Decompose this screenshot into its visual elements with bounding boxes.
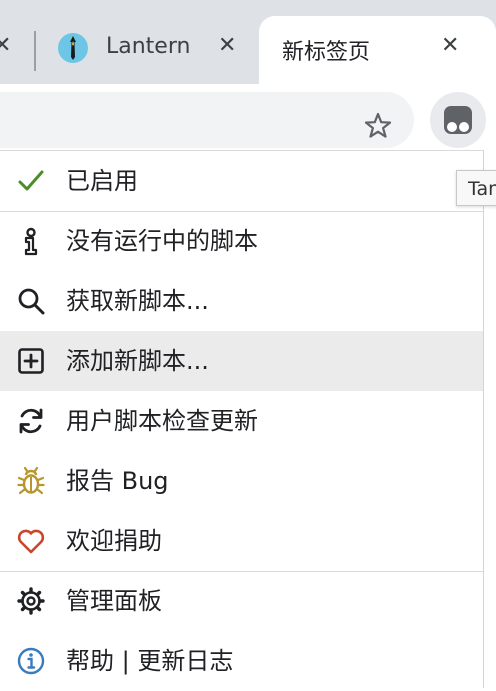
toolbar <box>0 84 496 150</box>
tab-close-icon[interactable]: ✕ <box>0 35 11 57</box>
tab-separator <box>34 31 36 71</box>
menu-item-add-new-script[interactable]: 添加新脚本... <box>0 331 483 391</box>
menu-item-label: 管理面板 <box>66 587 162 615</box>
menu-item-label: 已启用 <box>66 167 138 195</box>
gear-icon <box>17 587 45 615</box>
refresh-icon <box>19 408 43 434</box>
menu-item-dashboard[interactable]: 管理面板 <box>0 571 483 631</box>
bookmark-star-icon[interactable] <box>362 110 394 142</box>
tab-close-icon[interactable]: ✕ <box>218 35 236 57</box>
search-icon <box>18 288 45 315</box>
plus-box-icon <box>18 348 44 374</box>
menu-item-label: 没有运行中的脚本 <box>66 227 258 255</box>
menu-item-label: 报告 Bug <box>66 467 169 495</box>
tampermonkey-extension-button[interactable] <box>430 92 486 148</box>
menu-item-label: 获取新脚本... <box>66 287 209 315</box>
script-info-icon <box>24 227 38 256</box>
heart-icon <box>17 529 45 554</box>
menu-item-label: 欢迎捐助 <box>66 527 162 555</box>
tab-close-icon[interactable]: ✕ <box>441 35 459 57</box>
menu-item-get-new-scripts[interactable]: 获取新脚本... <box>0 271 483 331</box>
menu-item-label: 帮助 | 更新日志 <box>66 647 234 675</box>
address-bar[interactable] <box>0 92 414 148</box>
lantern-favicon-icon <box>58 33 88 63</box>
menu-item-label: 用户脚本检查更新 <box>66 407 258 435</box>
info-icon <box>17 647 45 675</box>
tampermonkey-menu: 已启用 没有运行中的脚本 获取新脚本... 添加新脚本... 用户脚本检查更新 <box>0 150 484 688</box>
menu-item-donate[interactable]: 欢迎捐助 <box>0 511 483 571</box>
tab-new-tab[interactable]: 新标签页 ✕ <box>259 16 496 84</box>
tab-strip: ✕ Lantern ✕ 新标签页 ✕ <box>0 0 496 84</box>
menu-item-check-updates[interactable]: 用户脚本检查更新 <box>0 391 483 451</box>
menu-item-label: 添加新脚本... <box>66 347 209 375</box>
menu-item-report-bug[interactable]: 报告 Bug <box>0 451 483 511</box>
tab-title-new-tab: 新标签页 <box>282 40 371 65</box>
menu-item-no-running-scripts: 没有运行中的脚本 <box>0 211 483 271</box>
menu-item-enabled[interactable]: 已启用 <box>0 151 483 211</box>
extension-tooltip: Tampermonkey <box>456 170 496 206</box>
bug-icon <box>17 466 45 495</box>
check-icon <box>18 170 44 191</box>
tampermonkey-icon <box>444 106 472 134</box>
menu-item-help-changelog[interactable]: 帮助 | 更新日志 <box>0 631 483 691</box>
tab-title-lantern: Lantern <box>106 34 191 59</box>
